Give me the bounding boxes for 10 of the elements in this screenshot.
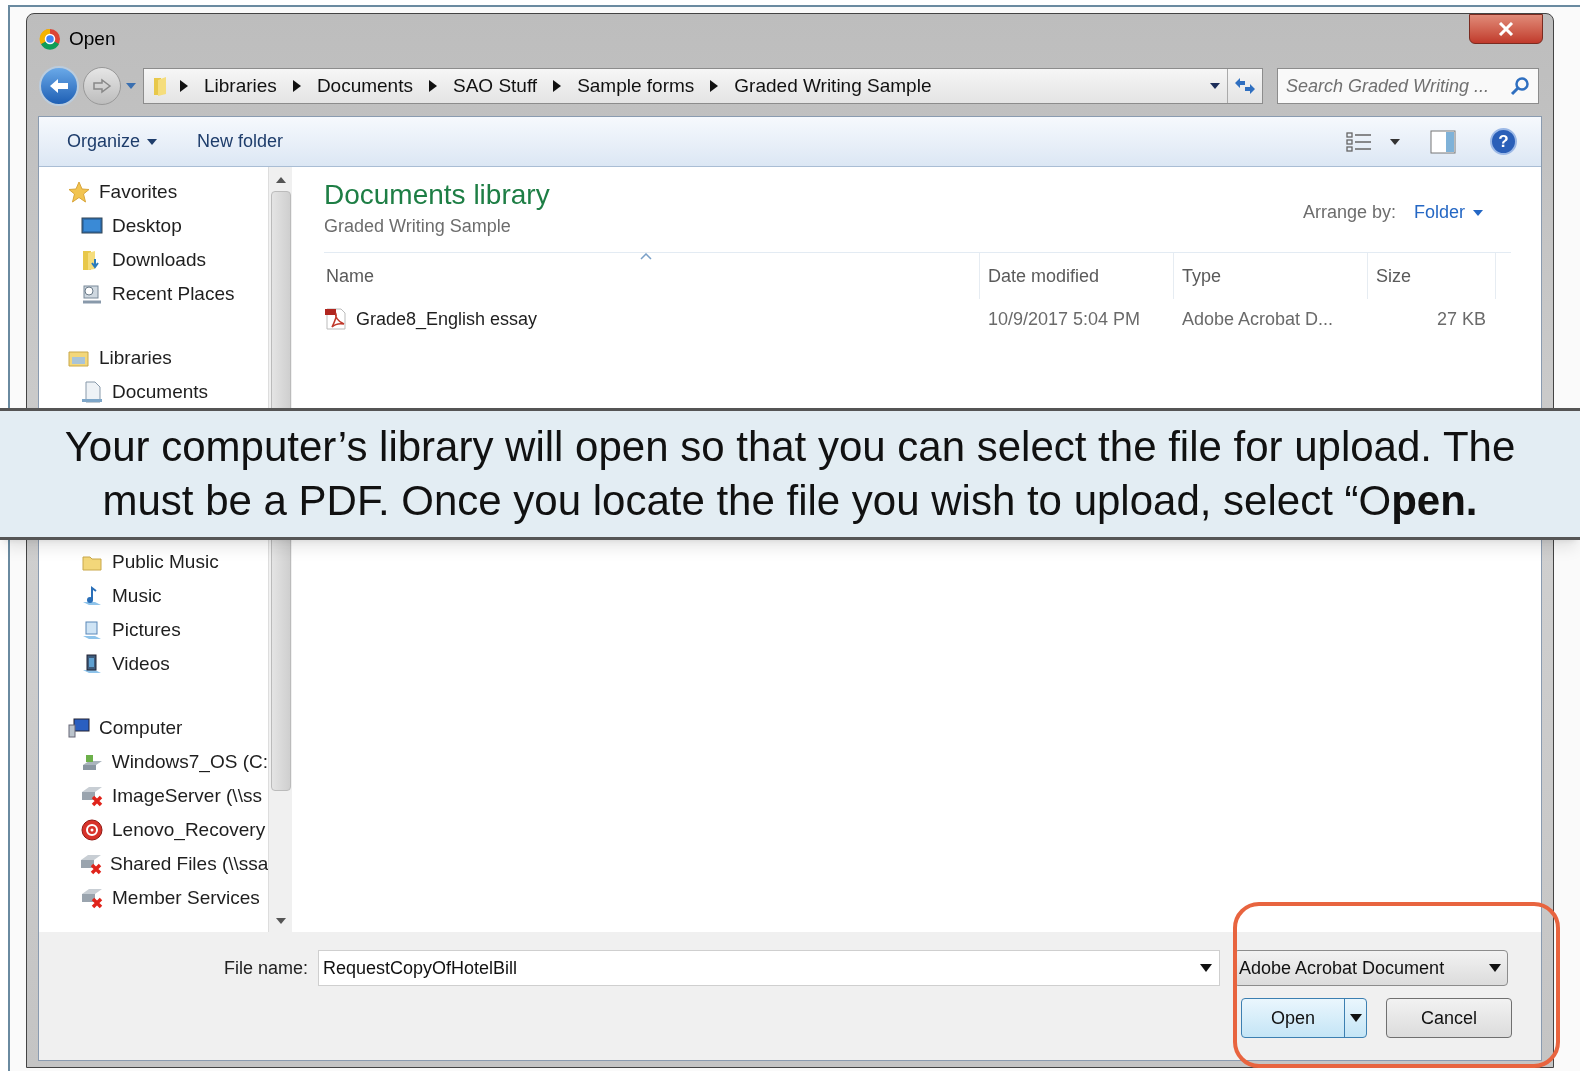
library-title: Documents library — [324, 178, 551, 212]
caption-text: Your computer’s library will open so that you can select the file for upload. The — [64, 422, 1516, 472]
arrange-label: Arrange by: — [1302, 201, 1396, 224]
window-title: Open — [69, 26, 116, 51]
file-size: 27 KB — [1436, 308, 1486, 329]
library-subtitle: Graded Writing Sample — [324, 215, 512, 238]
file-name-label: File name: — [222, 956, 309, 980]
caption-text: must be a PDF. Once you locate the file you wish to upload, select “Open. — [102, 476, 1478, 526]
date-modified: 10/9/2017 5:04 PM — [988, 308, 1141, 329]
file-type: Adobe Acrobat D... — [1182, 308, 1334, 329]
